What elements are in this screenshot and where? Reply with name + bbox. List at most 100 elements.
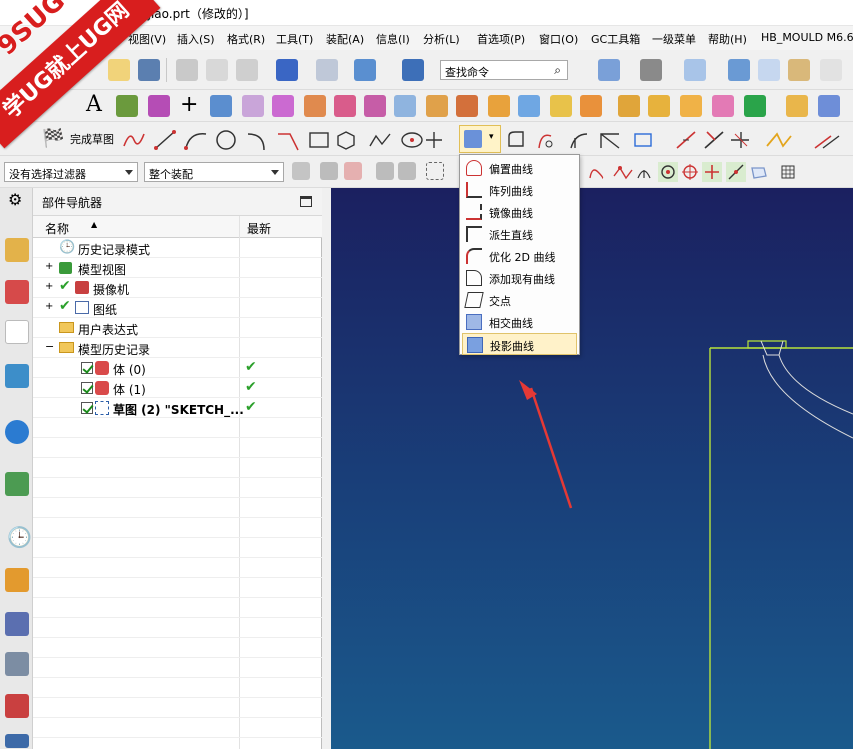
history-icon[interactable] [5,472,29,496]
scene-icon[interactable] [5,734,29,748]
select-face-icon[interactable] [376,162,394,180]
menu-tools[interactable]: 工具(T) [276,31,313,47]
revolve-icon[interactable] [456,95,478,117]
finish-flag-icon[interactable]: 🏁 [42,128,64,149]
menu-item-add-existing-curve[interactable]: 添加现有曲线 [462,267,577,289]
tree-row-model-views[interactable]: + 模型视图 [33,258,322,278]
tree-row-user-expressions[interactable]: 用户表达式 [33,318,322,338]
render-style-icon[interactable] [640,59,662,81]
menu-insert[interactable]: 插入(S) [177,31,215,47]
feature-checkbox[interactable] [81,362,93,374]
subtract-icon[interactable] [744,95,766,117]
web-browser-icon[interactable] [5,420,29,444]
menu-hb-mould[interactable]: HB_MOULD M6.6 [761,31,853,44]
view-orient-icon[interactable] [684,59,706,81]
assembly-navigator-icon[interactable] [5,238,29,262]
tube-icon[interactable] [394,95,416,117]
search-icon[interactable]: ⌕ [554,63,561,78]
menu-item-derived-line[interactable]: 派生直线 [462,223,577,245]
sweep-icon[interactable] [304,95,326,117]
paste-icon[interactable] [236,59,258,81]
menu-item-offset-curve[interactable]: 偏置曲线 [462,157,577,179]
tree-row-body-1[interactable]: 体 (1) ✔ [33,378,322,398]
selection-filter-select[interactable]: 没有选择过滤器 [4,162,138,182]
process-studio-icon[interactable] [5,694,29,718]
collapse-icon[interactable]: − [45,340,54,353]
settings-icon[interactable]: ⚙ [8,190,22,209]
menu-window[interactable]: 窗口(O) [539,31,578,47]
select-feature-icon[interactable] [320,162,338,180]
select-body-icon[interactable] [398,162,416,180]
project-curve-button[interactable]: ▾ [459,125,501,153]
menu-info[interactable]: 信息(I) [376,31,410,47]
column-latest[interactable]: 最新 [247,220,271,237]
open-folder-icon[interactable] [108,59,130,81]
tree-row-body-0[interactable]: 体 (0) ✔ [33,358,322,378]
sort-ascending-icon[interactable]: ▲ [91,220,97,229]
feature-pattern-icon[interactable] [680,95,702,117]
copy-icon[interactable] [206,59,228,81]
block-icon[interactable] [488,95,510,117]
menu-item-pattern-curve[interactable]: 阵列曲线 [462,179,577,201]
solid-cube-icon[interactable] [728,59,750,81]
menu-format[interactable]: 格式(R) [227,31,265,47]
tree-row-drawings[interactable]: + ✔ 图纸 [33,298,322,318]
save-icon[interactable] [138,59,160,81]
redo-icon[interactable] [316,59,338,81]
column-name[interactable]: 名称 [45,220,69,237]
expand-icon[interactable]: + [45,261,53,272]
menu-item-intersection-point[interactable]: 交点 [462,289,577,311]
assembly-scope-select[interactable]: 整个装配 [144,162,284,182]
menu-item-intersection-curve[interactable]: 相交曲线 [462,311,577,333]
surface-icon[interactable] [242,95,264,117]
text-tool-icon[interactable]: A [86,92,102,117]
layer-icon[interactable] [788,59,810,81]
undo-icon[interactable] [276,59,298,81]
chamfer-icon[interactable] [580,95,602,117]
cylinder-icon[interactable] [518,95,540,117]
expand-icon[interactable]: + [45,301,53,312]
command-search-input[interactable]: 查找命令 ⌕ [440,60,568,80]
pattern-icon[interactable] [648,95,670,117]
menu-assembly[interactable]: 装配(A) [326,31,364,47]
feature-checkbox[interactable] [81,382,93,394]
tree-row-history-mode[interactable]: 🕒 历史记录模式 [33,238,322,258]
select-rectangle-icon[interactable] [426,162,444,180]
maximize-icon[interactable] [300,196,312,207]
datum-csys-icon[interactable] [116,95,138,117]
constraint-navigator-icon[interactable] [5,280,29,304]
mesh-icon[interactable] [272,95,294,117]
view-section-icon[interactable] [820,59,842,81]
insert-icon[interactable] [354,59,376,81]
select-component-icon[interactable] [344,162,362,180]
draft-icon[interactable] [818,95,840,117]
menu-gc-toolbox[interactable]: GC工具箱 [591,31,640,47]
axis-icon[interactable] [148,95,170,117]
menu-item-mirror-curve[interactable]: 镜像曲线 [462,201,577,223]
finish-sketch-button[interactable]: 完成草图 [70,131,114,147]
menu-level1[interactable]: 一级菜单 [652,31,696,47]
menu-preferences[interactable]: 首选项(P) [477,31,525,47]
cut-icon[interactable] [176,59,198,81]
menu-help[interactable]: 帮助(H) [708,31,747,47]
curve-icon[interactable] [210,95,232,117]
fit-view-icon[interactable] [598,59,620,81]
clock-icon[interactable]: 🕒 [7,525,32,549]
thicken-icon[interactable] [334,95,356,117]
expand-icon[interactable]: + [45,281,53,292]
part-navigator-icon[interactable] [5,320,29,344]
offset-face-icon[interactable] [786,95,808,117]
menu-view[interactable]: 视图(V) [128,31,166,47]
reuse-library-icon[interactable] [5,364,29,388]
select-general-icon[interactable] [292,162,310,180]
shell-icon[interactable] [618,95,640,117]
visual-settings-icon[interactable] [5,568,29,592]
feature-checkbox[interactable] [81,402,93,414]
tree-row-cameras[interactable]: + ✔ 摄像机 [33,278,322,298]
menu-item-optimize-2d-curve[interactable]: 优化 2D 曲线 [462,245,577,267]
point-icon[interactable]: + [180,92,198,117]
graphics-window[interactable] [331,188,853,749]
trim-sheet-icon[interactable] [364,95,386,117]
tree-row-model-history[interactable]: − 模型历史记录 [33,338,322,358]
info-icon[interactable] [402,59,424,81]
